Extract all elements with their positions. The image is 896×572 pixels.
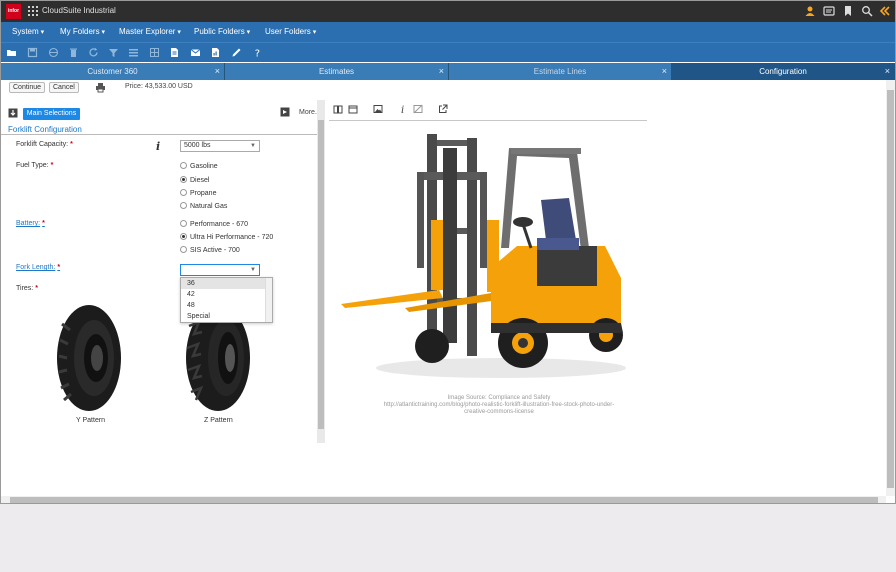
calendar-icon[interactable] (348, 104, 358, 114)
document-icon[interactable] (169, 47, 180, 58)
fork-length-label[interactable]: Fork Length: * (16, 264, 60, 271)
bookmark-icon[interactable] (842, 5, 854, 17)
tab-label: Estimates (318, 67, 355, 76)
report-icon[interactable] (210, 47, 221, 58)
edit-icon[interactable] (231, 47, 242, 58)
svg-text:i: i (401, 105, 404, 114)
battery-label[interactable]: Battery: * (16, 220, 45, 227)
toolbar: ? (1, 42, 895, 62)
help-icon[interactable]: ? (252, 47, 263, 59)
tab-estimate-lines[interactable]: Estimate Lines × (449, 63, 672, 80)
delete-icon[interactable] (68, 47, 79, 58)
fork-length-option[interactable]: 36 (181, 278, 266, 289)
fuel-option-diesel[interactable]: Diesel (180, 176, 209, 184)
menu-user-folders[interactable]: User Folders (265, 27, 316, 36)
section-title: Forklift Configuration (8, 125, 82, 134)
image-icon[interactable] (373, 104, 383, 114)
main-horizontal-scrollbar[interactable] (1, 496, 886, 503)
close-icon[interactable]: × (215, 63, 220, 80)
tire-z-pattern-caption: Z Pattern (204, 417, 233, 424)
battery-option-performance[interactable]: Performance - 670 (180, 220, 248, 228)
price-label: Price: 43,533.00 USD (125, 83, 193, 90)
title-bar: infor CloudSuite Industrial (1, 1, 895, 22)
app-title: CloudSuite Industrial (42, 6, 116, 15)
fuel-option-natural-gas[interactable]: Natural Gas (180, 202, 227, 210)
battery-option-sis-active[interactable]: SIS Active - 700 (180, 246, 240, 254)
tab-label: Customer 360 (87, 67, 138, 76)
scroll-thumb[interactable] (10, 497, 878, 503)
scroll-thumb[interactable] (887, 90, 894, 488)
print-icon[interactable] (95, 82, 106, 93)
svg-text:?: ? (255, 49, 260, 59)
info-icon[interactable]: i (154, 140, 162, 151)
user-icon[interactable] (804, 5, 816, 17)
mail-icon[interactable] (190, 47, 201, 58)
menu-bar: System My Folders Master Explorer Public… (1, 22, 895, 42)
fork-length-select[interactable]: ▼ (180, 264, 260, 276)
tab-label: Estimate Lines (533, 67, 587, 76)
close-icon[interactable]: × (885, 63, 890, 80)
import-icon[interactable] (8, 108, 18, 118)
collapse-icon[interactable] (879, 5, 891, 17)
menu-master-explorer[interactable]: Master Explorer (119, 27, 181, 36)
tab-configuration[interactable]: Configuration × (672, 63, 895, 80)
search-icon[interactable] (861, 5, 873, 17)
document-tabs: Customer 360 × Estimates × Estimate Line… (1, 63, 895, 80)
info-icon[interactable]: i (398, 104, 408, 114)
save-icon[interactable] (27, 47, 38, 58)
app-window: infor CloudSuite Industrial System My Fo… (0, 0, 896, 504)
refresh-icon[interactable] (88, 47, 99, 58)
messages-icon[interactable] (823, 5, 835, 17)
close-icon[interactable]: × (662, 63, 667, 80)
app-switcher-icon[interactable] (28, 6, 38, 16)
menu-system[interactable]: System (12, 27, 44, 36)
tires-label: Tires: * (16, 285, 38, 292)
configuration-form: Main Selections More... Forklift Configu… (1, 100, 326, 445)
tab-main-selections[interactable]: Main Selections (23, 108, 80, 120)
no-image-icon[interactable] (413, 104, 423, 114)
continue-button[interactable]: Continue (9, 82, 46, 93)
cancel-button[interactable]: Cancel (49, 82, 79, 93)
form-scrollbar[interactable] (317, 100, 325, 443)
tire-y-pattern-image[interactable] (56, 304, 122, 412)
menu-my-folders[interactable]: My Folders (60, 27, 105, 36)
close-icon[interactable]: × (439, 63, 444, 80)
battery-option-ultra-hi[interactable]: Ultra Hi Performance - 720 (180, 233, 273, 241)
fork-length-option[interactable]: 42 (181, 289, 266, 300)
image-panel: i Image Source: Compliance and Safety ht… (329, 100, 649, 430)
dropdown-scrollbar[interactable] (265, 278, 272, 322)
scroll-thumb[interactable] (318, 120, 324, 429)
infor-logo: infor (6, 4, 21, 19)
filter-icon[interactable] (108, 47, 119, 58)
svg-text:i: i (156, 140, 160, 151)
book-icon[interactable] (333, 104, 343, 114)
main-vertical-scrollbar[interactable] (886, 80, 895, 496)
forklift-image (341, 134, 626, 378)
divider (1, 134, 317, 135)
divider (329, 120, 647, 121)
tab-label: Configuration (759, 67, 807, 76)
tire-y-pattern-caption: Y Pattern (76, 417, 106, 424)
fuel-option-gasoline[interactable]: Gasoline (180, 162, 218, 170)
tab-estimates[interactable]: Estimates × (225, 63, 449, 80)
list-icon[interactable] (128, 47, 139, 58)
fork-length-option[interactable]: 48 (181, 300, 266, 311)
capacity-label: Forklift Capacity: * (16, 141, 73, 148)
external-link-icon[interactable] (438, 104, 448, 114)
open-folder-icon[interactable] (6, 47, 17, 58)
globe-icon[interactable] (48, 47, 59, 58)
image-credit: Image Source: Compliance and Safety http… (383, 395, 615, 415)
export-icon[interactable] (280, 107, 290, 117)
menu-public-folders[interactable]: Public Folders (194, 27, 250, 36)
fork-length-dropdown[interactable]: 36 42 48 Special (180, 277, 273, 323)
capacity-select[interactable]: 5000 lbs ▼ (180, 140, 260, 152)
tab-customer-360[interactable]: Customer 360 × (1, 63, 225, 80)
fork-length-option[interactable]: Special (181, 311, 266, 322)
fuel-option-propane[interactable]: Propane (180, 189, 216, 197)
action-bar: Continue Cancel Price: 43,533.00 USD (1, 80, 895, 96)
grid-icon[interactable] (149, 47, 160, 58)
fuel-label: Fuel Type: * (16, 162, 54, 169)
